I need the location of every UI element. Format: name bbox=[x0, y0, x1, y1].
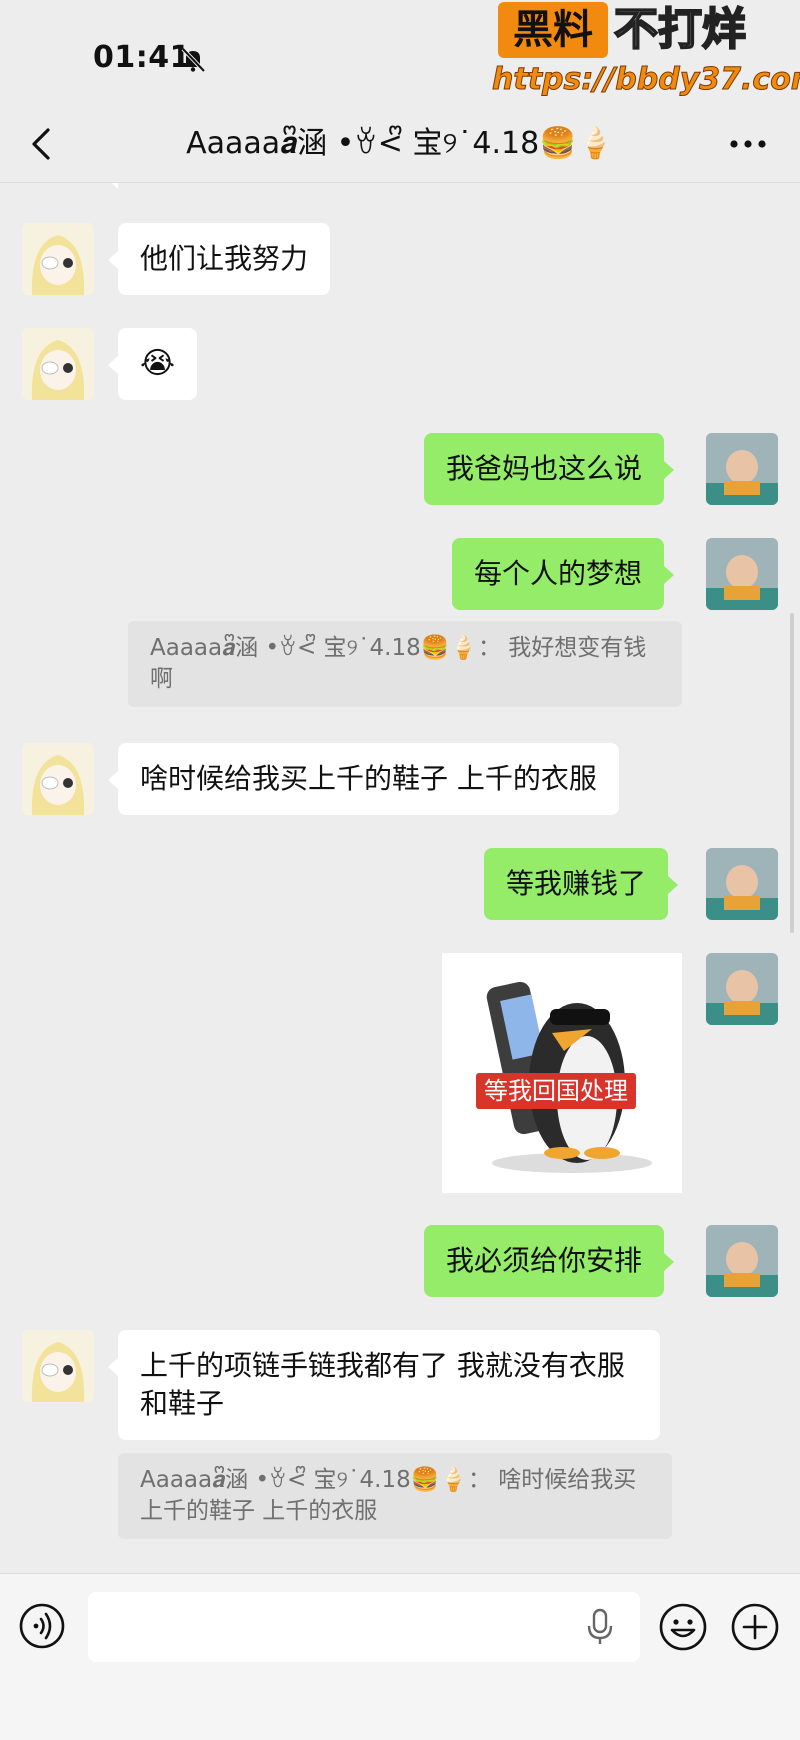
message-bubble[interactable]: 每个人的梦想 bbox=[452, 538, 675, 610]
more-dots-icon[interactable] bbox=[728, 132, 768, 156]
quoted-reply[interactable]: Aaaaa𝒂ᩚ涵 •ꈊ<ᩚ 宝୨˙4.18🍔🍦： 啥时候给我买上千的鞋子 上千的… bbox=[118, 1453, 672, 1539]
avatar-self[interactable] bbox=[706, 538, 778, 610]
avatar-self[interactable] bbox=[706, 1225, 778, 1297]
watermark-text: 不打烊 bbox=[613, 3, 747, 56]
bell-slash-icon bbox=[181, 47, 206, 73]
message-bubble[interactable]: 我必须给你安排 bbox=[424, 1225, 675, 1297]
microphone-icon[interactable] bbox=[586, 1608, 614, 1646]
message-bubble[interactable]: 等我赚钱了 bbox=[484, 848, 679, 920]
chat-header: Aaaaa𝒂ᩚ涵 •ꈊ<ᩚ 宝୨˙4.18🍔🍦 bbox=[0, 110, 800, 183]
avatar-self[interactable] bbox=[706, 433, 778, 505]
message-bubble[interactable]: 上千的项链手链我都有了 我就没有衣服和鞋子 bbox=[108, 1330, 660, 1440]
scrollbar[interactable] bbox=[790, 613, 794, 933]
avatar-self[interactable] bbox=[706, 848, 778, 920]
input-bar bbox=[0, 1573, 800, 1740]
watermark: 黑料 不打烊 https://bbdy37.com bbox=[491, 2, 800, 98]
avatar-contact[interactable] bbox=[22, 1330, 94, 1402]
sticker-message[interactable]: 等我回国处理 bbox=[442, 953, 682, 1193]
message-bubble[interactable]: 我爸妈也这么说 bbox=[424, 433, 675, 505]
message-input[interactable] bbox=[88, 1592, 640, 1662]
message-bubble[interactable]: 😭 bbox=[107, 328, 198, 400]
avatar-contact[interactable] bbox=[22, 328, 94, 400]
status-bar: 01:41 黑料 不打烊 https://bbdy37.com bbox=[0, 0, 800, 110]
voice-icon[interactable] bbox=[18, 1602, 66, 1650]
chevron-left-icon[interactable] bbox=[24, 124, 60, 164]
watermark-badge: 黑料 bbox=[498, 2, 608, 58]
watermark-url: https://bbdy37.com bbox=[491, 62, 800, 98]
plus-icon[interactable] bbox=[730, 1602, 780, 1652]
chat-title[interactable]: Aaaaa𝒂ᩚ涵 •ꈊ<ᩚ 宝୨˙4.18🍔🍦 bbox=[140, 124, 660, 164]
message-bubble[interactable]: 他们让我努力 bbox=[107, 223, 331, 295]
quoted-reply[interactable]: Aaaaa𝒂ᩚ涵 •ꈊ<ᩚ 宝୨˙4.18🍔🍦： 我好想变有钱啊 bbox=[128, 621, 682, 707]
avatar-self[interactable] bbox=[706, 953, 778, 1025]
avatar-contact[interactable] bbox=[22, 743, 94, 815]
sticker-caption: 等我回国处理 bbox=[476, 1073, 636, 1109]
status-time: 01:41 bbox=[93, 40, 191, 75]
message-bubble[interactable]: 啥时候给我买上千的鞋子 上千的衣服 bbox=[108, 743, 619, 815]
emoji-icon[interactable] bbox=[658, 1602, 708, 1652]
message-list[interactable]: 他们让我努力 😭 我爸妈也这么说 每个人的梦想 Aaaaa𝒂ᩚ涵 •ꈊ<ᩚ 宝୨… bbox=[0, 183, 800, 1573]
avatar-contact[interactable] bbox=[22, 223, 94, 295]
